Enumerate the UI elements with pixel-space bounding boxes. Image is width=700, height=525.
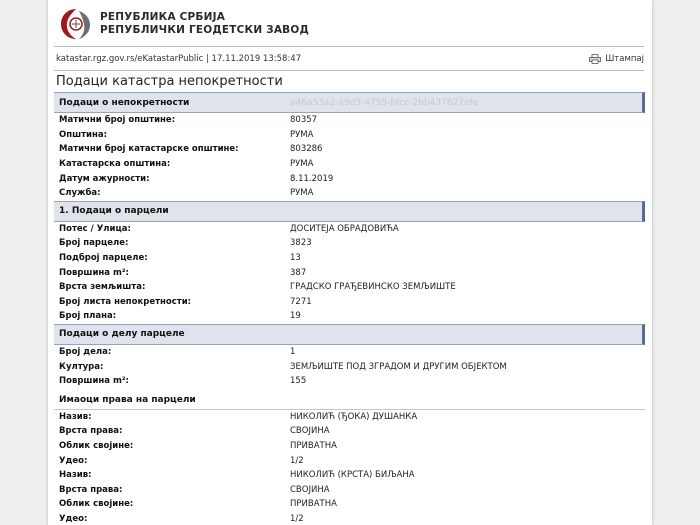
- right-holder-rows: Назив: НИКОЛИЋ (ЂОКА) ДУШАНКА Врста права:…: [54, 410, 645, 525]
- field-label: Површина m²:: [59, 376, 129, 387]
- field-label: Општина:: [59, 129, 108, 140]
- table-row: Датум ажурности: 8.11.2019: [54, 171, 645, 186]
- table-row: Облик својине: ПРИВАТНА: [54, 439, 645, 454]
- section-header-parcel-part: Подаци о делу парцеле: [54, 323, 645, 345]
- header-divider: [54, 46, 644, 47]
- field-value: ЗЕМЉИШТЕ ПОД ЗГРАДОМ И ДРУГИМ ОБЈЕКТОМ: [290, 361, 507, 372]
- field-value: НИКОЛИЋ (КРСТА) БИЉАНА: [290, 470, 415, 481]
- field-label: Назив:: [59, 411, 92, 422]
- url-divider: [54, 70, 644, 71]
- field-value: 13: [290, 253, 301, 264]
- section-title: Подаци о непокретности: [59, 97, 190, 108]
- field-value: 1: [290, 347, 296, 358]
- table-row: Општина: РУМА: [54, 128, 645, 143]
- agency-name: РЕПУБЛИКА СРБИЈА РЕПУБЛИЧКИ ГЕОДЕТСКИ ЗА…: [100, 11, 309, 37]
- table-row: Облик својине: ПРИВАТНА: [54, 497, 645, 512]
- table-row: Удео: 1/2: [54, 512, 645, 525]
- parcel-part-rows: Број дела: 1 Култура: ЗЕМЉИШТЕ ПОД ЗГРАДОМ …: [54, 345, 645, 389]
- field-value: 387: [290, 267, 307, 278]
- table-row: Удео: 1/2: [54, 453, 645, 468]
- property-rows: Матични број општине: 80357 Општина: РУМА Ма…: [54, 113, 645, 201]
- agency-header: РЕПУБЛИКА СРБИЈА РЕПУБЛИЧКИ ГЕОДЕТСКИ ЗА…: [58, 6, 309, 42]
- section-header-parcel: 1. Подаци о парцели: [54, 200, 645, 222]
- field-label: Матични број катастарске општине:: [59, 144, 239, 155]
- field-label: Служба:: [59, 188, 101, 199]
- field-value: 80357: [290, 115, 318, 126]
- url-bar: katastar.rgz.gov.rs/eKatastarPublic | 17…: [56, 52, 644, 66]
- table-row: Матични број катастарске општине: 803286: [54, 142, 645, 157]
- table-row: Назив: НИКОЛИЋ (ЂОКА) ДУШАНКА: [54, 410, 645, 425]
- field-value: РУМА: [290, 159, 314, 170]
- field-label: Удео:: [59, 513, 88, 524]
- printer-icon: [589, 54, 602, 64]
- field-label: Матични број општине:: [59, 115, 176, 126]
- field-label: Подброј парцеле:: [59, 253, 148, 264]
- table-row: Катастарска општина: РУМА: [54, 157, 645, 172]
- table-row: Назив: НИКОЛИЋ (КРСТА) БИЉАНА: [54, 468, 645, 483]
- field-value: 1/2: [290, 513, 304, 524]
- field-label: Врста права:: [59, 484, 123, 495]
- field-value: РУМА: [290, 188, 314, 199]
- cadastre-data-table: Подаци о непокретности a46a53a2-a9d3-475…: [54, 92, 645, 525]
- field-value: 8.11.2019: [290, 173, 334, 184]
- rgz-logo-icon: [61, 9, 90, 39]
- field-label: Култура:: [59, 361, 104, 372]
- field-value: РУМА: [290, 129, 314, 140]
- property-guid: a46a53a2-a9d3-4759-bfcc-2bb437627efe: [290, 97, 479, 108]
- table-row: Служба: РУМА: [54, 186, 645, 201]
- field-value: СВОЈИНА: [290, 484, 330, 495]
- agency-name-line-2: РЕПУБЛИЧКИ ГЕОДЕТСКИ ЗАВОД: [100, 24, 310, 36]
- field-value: 155: [290, 376, 307, 387]
- document-page: РЕПУБЛИКА СРБИЈА РЕПУБЛИЧКИ ГЕОДЕТСКИ ЗА…: [48, 0, 652, 525]
- field-label: Датум ажурности:: [59, 173, 150, 184]
- field-label: Облик својине:: [59, 440, 134, 451]
- section-title: 1. Подаци о парцели: [59, 206, 169, 217]
- source-url-timestamp: katastar.rgz.gov.rs/eKatastarPublic | 17…: [56, 54, 302, 64]
- table-row: Врста права: СВОЈИНА: [54, 424, 645, 439]
- field-value: ПРИВАТНА: [290, 499, 337, 510]
- field-label: Врста права:: [59, 426, 123, 437]
- section-header-right-holders: Имаоци права на парцели: [54, 391, 645, 410]
- field-value: 1/2: [290, 455, 304, 466]
- table-row: Подброј парцеле: 13: [54, 251, 645, 266]
- field-label: Назив:: [59, 470, 92, 481]
- field-value: ГРАДСКО ГРАЂЕВИНСКО ЗЕМЉИШТЕ: [290, 282, 456, 293]
- field-value: 803286: [290, 144, 323, 155]
- table-row: Матични број општине: 80357: [54, 113, 645, 128]
- table-row: Потес / Улица: ДОСИТЕЈА ОБРАДОВИЋА: [54, 222, 645, 237]
- field-label: Удео:: [59, 455, 88, 466]
- field-value: 7271: [290, 296, 312, 307]
- section-title: Подаци о делу парцеле: [59, 329, 185, 340]
- table-row: Број плана: 19: [54, 309, 645, 324]
- section-header-property: Подаци о непокретности a46a53a2-a9d3-475…: [54, 92, 645, 113]
- page-title: Подаци катастра непокретности: [56, 74, 283, 89]
- field-value: НИКОЛИЋ (ЂОКА) ДУШАНКА: [290, 411, 418, 422]
- print-button[interactable]: Штампај: [589, 54, 644, 64]
- table-row: Број дела: 1: [54, 345, 645, 360]
- table-row: Број листа непокретности: 7271: [54, 295, 645, 310]
- table-row: Површина m²: 387: [54, 265, 645, 280]
- parcel-rows: Потес / Улица: ДОСИТЕЈА ОБРАДОВИЋА Број па…: [54, 222, 645, 324]
- field-value: СВОЈИНА: [290, 426, 330, 437]
- agency-name-line-1: РЕПУБЛИКА СРБИЈА: [100, 11, 226, 23]
- field-value: ПРИВАТНА: [290, 440, 337, 451]
- field-label: Врста земљишта:: [59, 282, 146, 293]
- table-row: Број парцеле: 3823: [54, 236, 645, 251]
- field-label: Број плана:: [59, 311, 117, 322]
- field-label: Површина m²:: [59, 267, 129, 278]
- field-label: Облик својине:: [59, 499, 134, 510]
- field-label: Број дела:: [59, 347, 112, 358]
- print-label: Штампај: [605, 54, 644, 64]
- field-label: Потес / Улица:: [59, 223, 131, 234]
- field-value: 19: [290, 311, 301, 322]
- table-row: Врста права: СВОЈИНА: [54, 482, 645, 497]
- field-label: Број парцеле:: [59, 238, 129, 249]
- field-label: Катастарска општина:: [59, 159, 171, 170]
- table-row: Култура: ЗЕМЉИШТЕ ПОД ЗГРАДОМ И ДРУГИМ ОБ…: [54, 359, 645, 374]
- table-row: Површина m²: 155: [54, 374, 645, 389]
- field-value: 3823: [290, 238, 312, 249]
- field-value: ДОСИТЕЈА ОБРАДОВИЋА: [290, 223, 399, 234]
- table-row: Врста земљишта: ГРАДСКО ГРАЂЕВИНСКО ЗЕМЉИ…: [54, 280, 645, 295]
- field-label: Број листа непокретности:: [59, 296, 192, 307]
